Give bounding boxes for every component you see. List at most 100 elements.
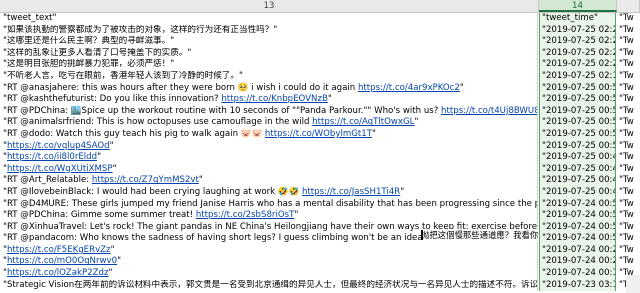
cell-tweet-text[interactable]: "RT @animalsrfriend: This is how octopus… [0,117,538,129]
cell-tweet-text[interactable]: "https://t.co/F5EKgERvZz" [0,244,538,257]
table-row: "RT @anasjahere: this was hours after th… [0,82,640,95]
cell-tweet-time[interactable]: "2019-07-25 00:56" [539,94,616,106]
table-row: "RT @PDChina: Gimme some summer treat! h… [0,210,640,222]
cell-column-15[interactable]: "Tw [617,59,640,71]
cell-column-15[interactable]: "Tw [617,256,640,268]
cell-tweet-time[interactable]: "2019-07-24 00:53" [539,198,616,211]
cell-tweet-text[interactable]: "RT @anasjahere: this was hours after th… [0,82,538,95]
cell-column-15[interactable]: "Tw [617,164,640,176]
cell-tweet-time[interactable]: "2019-07-25 00:44" [539,186,616,199]
cell-tweet-time[interactable]: "2019-07-24 00:20" [539,244,616,257]
cell-tweet-time[interactable]: "2019-07-25 00:54" [539,140,616,153]
cell-tweet-time[interactable]: "2019-07-24 00:53" [539,221,616,234]
column-header-15[interactable] [617,0,640,12]
cell-column-15[interactable]: "Tw [617,233,640,245]
cell-text-segment: "RT @anasjahere: this was hours after th… [3,82,358,93]
table-row: "这是明目张胆的挑衅暴力犯罪，必须严惩！" "2019-07-25 02:20""… [0,59,640,71]
cell-tweet-time[interactable]: "2019-07-25 02:20" [539,47,616,60]
cell-column-15[interactable]: "Tw [617,199,640,211]
cell-tweet-text[interactable]: "RT @IlovebeinBlack: I would had been cr… [0,186,538,199]
cell-column-15[interactable]: "Tw [617,129,640,141]
tweet-link[interactable]: https://t.co/AqTltOwxGL [312,117,414,127]
cell-tweet-time[interactable]: "2019-07-25 02:19" [539,70,616,83]
cell-text-segment: " [400,186,405,197]
cell-tweet-text[interactable]: "这是明目张胆的挑衅暴力犯罪，必须严惩！" [0,59,538,71]
table-row: "https://t.co/ii8l0rEldd" "2019-07-25 00:… [0,152,640,164]
tweet-link[interactable]: https://t.co/vqlup4SAOd [7,141,110,151]
cell-tweet-text[interactable]: "这样的乱象让更多人看清了口号掩盖下的实质。" [0,47,538,60]
cell-text-segment: "RT @IlovebeinBlack: I would had been cr… [3,186,302,197]
tweet-link[interactable]: https://t.co/4ar9xPKOc2 [358,83,460,93]
cell-tweet-time[interactable]: "2019-07-25 02:25" [539,24,616,37]
cell-tweet-time[interactable]: "2019-07-25 00:56" [539,82,616,95]
tweet-link[interactable]: https://t.co/JasSH1Ti4R [302,187,400,197]
cell-tweet-text[interactable]: "tweet_text" [0,13,538,25]
cell-column-15[interactable]: "Tw [617,94,640,106]
cell-tweet-text[interactable]: "RT @D4MURE: These girls jumped my frien… [0,198,538,211]
cell-text-segment: "Strategic Vision在两年前的诉讼材料中表示，郭文贵是一名受到北京… [3,279,538,290]
cell-column-15[interactable]: "Tw [617,25,640,37]
cell-column-15[interactable]: "Tw [617,152,640,164]
cell-tweet-text[interactable]: "RT @PDChina: Gimme some summer treat! h… [0,210,538,222]
cell-column-15[interactable]: "Tw [617,210,640,222]
cell-tweet-time[interactable]: "2019-07-24 00:53" [539,233,616,245]
cell-tweet-time[interactable]: "2019-07-24 00:19" [539,268,616,280]
tweet-link[interactable]: https://t.co/KnbpEOVNzB [221,94,328,104]
cell-column-15[interactable]: "Tw [617,36,640,48]
tweet-link[interactable]: https://t.co/WgXUtiXMSP [7,164,113,174]
cell-tweet-text[interactable]: "RT @dodo: Watch this guy teach his pig … [0,128,538,141]
cell-text-segment: "如果该执勤的警察都成为了被攻击的对象，这样的行为还有正当性吗？" [3,24,278,35]
tweet-link[interactable]: https://t.co/t4Uj8BWU8d [441,106,537,116]
cell-tweet-time[interactable]: "2019-07-25 02:20" [539,59,616,71]
cell-tweet-time[interactable]: "2019-07-23 03:16" [539,279,616,292]
cell-column-15[interactable]: "Tw [617,48,640,60]
cell-column-15[interactable]: "Tw [617,245,640,257]
tweet-link[interactable]: https://t.co/ii8l0rEldd [7,152,97,162]
cell-tweet-text[interactable]: "https://t.co/ii8l0rEldd" [0,152,538,164]
tweet-link[interactable]: https://t.co/mO0OqNrwv0 [7,256,117,266]
cell-tweet-time[interactable]: "2019-07-25 00:55" [539,117,616,129]
cell-tweet-text[interactable]: "https://t.co/lOZakP2Zdz" [0,268,538,280]
cell-tweet-time[interactable]: "tweet_time" [539,13,616,25]
cell-tweet-text[interactable]: "RT @Art_Relatable: https://t.co/Z7qYmMS… [0,175,538,187]
cell-column-15[interactable]: "Tw [617,175,640,187]
cell-tweet-text[interactable]: "https://t.co/mO0OqNrwv0" [0,256,538,269]
cell-tweet-time[interactable]: "2019-07-24 00:20" [539,256,616,269]
cell-text-segment: "RT @D4MURE: These girls jumped my frien… [3,198,537,209]
cell-tweet-text[interactable]: "如果该执勤的警察都成为了被攻击的对象，这样的行为还有正当性吗？" [0,24,538,37]
cell-tweet-text[interactable]: "https://t.co/WgXUtiXMSP" [0,163,538,176]
cell-tweet-text[interactable]: "RT @kashthefuturist: Do you like this i… [0,94,538,106]
table-row: "RT @XinhuaTravel: Let's rock! The giant… [0,221,640,234]
cell-tweet-text[interactable]: "不听老人言，吃亏在眼前，香港年轻人该到了冷静的时候了。" [0,70,538,83]
cell-tweet-time[interactable]: "2019-07-25 00:55" [539,128,616,141]
cell-tweet-text[interactable]: "https://t.co/vqlup4SAOd" [0,140,538,153]
cell-tweet-text[interactable]: "这哪里还是什么民主啊？典型的寻衅滋事。" [0,36,538,48]
tweet-link[interactable]: https://t.co/lOZakP2Zdz [7,268,109,278]
text-cursor [421,230,423,240]
cell-text-segment: "这样的乱象让更多人看清了口号掩盖下的实质。" [3,47,192,58]
table-row: "https://t.co/lOZakP2Zdz" "2019-07-24 00:… [0,268,640,280]
cell-column-15[interactable]: "Tw [617,83,640,95]
cell-column-15[interactable]: "Tw [617,141,640,153]
cell-tweet-time[interactable]: "2019-07-24 00:53" [539,210,616,222]
cell-tweet-time[interactable]: "2019-07-25 00:55" [539,105,616,118]
tweet-link[interactable]: https://t.co/F5EKgERvZz [7,245,111,255]
cell-column-15[interactable]: "Tw [617,187,640,199]
cell-column-15[interactable]: "Tw [617,71,640,83]
cell-column-15[interactable]: "Tw [617,106,640,118]
tweet-link[interactable]: https://t.co/2sbS8riOsT [196,210,295,220]
cell-tweet-time[interactable]: "2019-07-25 02:23" [539,36,616,48]
cell-tweet-time[interactable]: "2019-07-25 00:46" [539,163,616,176]
cell-tweet-time[interactable]: "2019-07-25 00:48" [539,152,616,164]
cell-tweet-text[interactable]: "RT @PDChina: 🏙️Spice up the workout rou… [0,105,538,118]
tweet-link[interactable]: https://t.co/Z7qYmMS2vt [92,175,199,185]
column-header-13[interactable]: 13 [0,0,539,12]
cell-text-segment: "RT @pandacom: Who knows the sadness of … [3,233,489,244]
tweet-link[interactable]: https://t.co/WObylmGt1T [265,129,372,139]
cell-column-15[interactable]: "Tw [617,13,640,25]
cell-column-15[interactable]: "Tw [617,117,640,129]
cell-tweet-text[interactable]: "Strategic Vision在两年前的诉讼材料中表示，郭文贵是一名受到北京… [0,279,538,292]
cell-column-15[interactable]: "Tw [617,222,640,234]
cell-tweet-time[interactable]: "2019-07-25 00:45" [539,175,616,187]
column-header-14[interactable]: 14 [539,0,617,12]
